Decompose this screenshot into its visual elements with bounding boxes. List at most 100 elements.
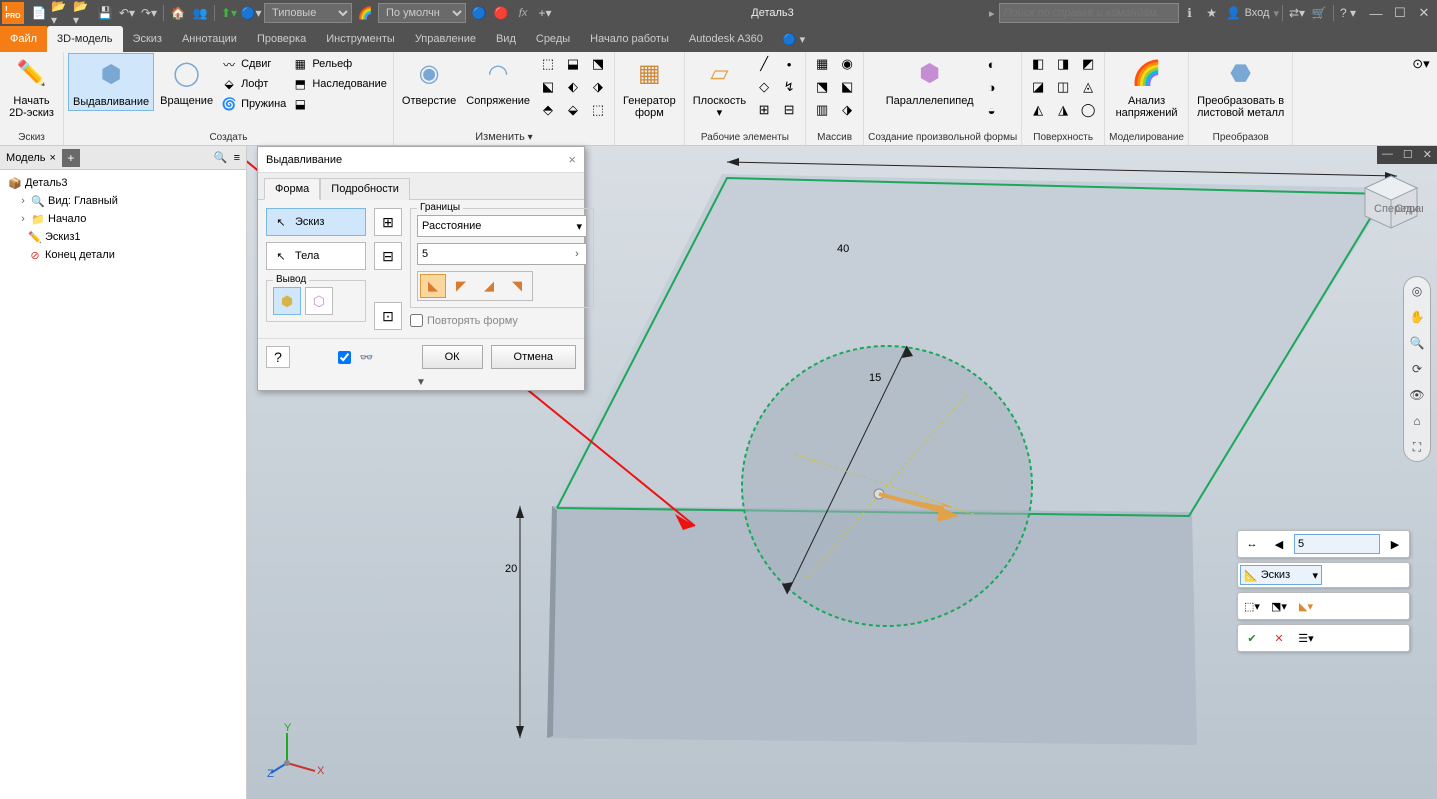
pattern-icon-4[interactable]: ⬕ xyxy=(835,76,859,98)
start-sketch-button[interactable]: ✏️Начать 2D-эскиз xyxy=(5,53,58,121)
maximize-button[interactable]: ☐ xyxy=(1389,3,1411,23)
tab-3d-model[interactable]: 3D-модель xyxy=(47,26,122,52)
distance-input[interactable] xyxy=(418,248,568,260)
save-icon[interactable]: 💾 xyxy=(95,3,115,23)
fx-icon[interactable]: fx xyxy=(513,3,533,23)
file-tab[interactable]: Файл xyxy=(0,26,47,52)
pattern-circ-button[interactable]: ◉ xyxy=(835,53,859,75)
tab-manage[interactable]: Управление xyxy=(405,26,486,52)
user-icon[interactable]: 👤 xyxy=(1224,3,1244,23)
exchange-icon[interactable]: ⇄▾ xyxy=(1287,3,1307,23)
convert-sheet-button[interactable]: ⬣Преобразовать в листовой металл xyxy=(1193,53,1288,121)
help-icon[interactable]: ? ▾ xyxy=(1338,3,1358,23)
app1-icon[interactable]: 🔵 xyxy=(469,3,489,23)
glasses-icon[interactable]: 👓 xyxy=(359,351,373,364)
minimize-button[interactable]: — xyxy=(1365,3,1387,23)
surf-icon-2[interactable]: ◨ xyxy=(1051,53,1075,75)
mod-icon-9[interactable]: ⬚ xyxy=(586,99,610,121)
coil-button[interactable]: 🌀Пружина xyxy=(219,95,288,113)
revolve-button[interactable]: ◯Вращение xyxy=(156,53,217,109)
team-icon[interactable]: 👥 xyxy=(190,3,210,23)
dialog-close-button[interactable]: × xyxy=(568,152,576,167)
output-solid-button[interactable]: ⬢ xyxy=(273,287,301,315)
repeat-checkbox[interactable]: Повторять форму xyxy=(410,314,594,327)
distance-more-button[interactable]: › xyxy=(568,248,586,260)
search-browser-icon[interactable]: 🔍 xyxy=(214,151,228,164)
select-solids-button[interactable]: ↖Тела xyxy=(266,242,366,270)
loft-button[interactable]: ⬙Лофт xyxy=(219,75,288,93)
extrude-button[interactable]: ⬢Выдавливание xyxy=(68,53,154,111)
operation-cut-button[interactable]: ⊟ xyxy=(374,242,402,270)
nav-pan-icon[interactable]: ✋ xyxy=(1407,307,1427,327)
mini-arrow-right[interactable]: ▶ xyxy=(1383,533,1407,555)
undo-icon[interactable]: ↶▾ xyxy=(117,3,137,23)
direction-sym-button[interactable]: ◢ xyxy=(476,274,502,298)
nav-orbit-icon[interactable]: ⟳ xyxy=(1407,359,1427,379)
tab-inspect[interactable]: Проверка xyxy=(247,26,316,52)
viewcube[interactable]: Спереди Справа xyxy=(1359,170,1423,234)
tab-extra[interactable]: 🔵 ▾ xyxy=(773,26,815,52)
surf-icon-7[interactable]: ◭ xyxy=(1026,99,1050,121)
login-label[interactable]: Вход xyxy=(1245,7,1270,19)
point-button[interactable]: • xyxy=(777,53,801,75)
operation-new-button[interactable]: ⊡ xyxy=(374,302,402,330)
nav-zoom-icon[interactable]: 🔍 xyxy=(1407,333,1427,353)
select-icon[interactable]: ⬆▾ xyxy=(219,3,239,23)
mod-icon-6[interactable]: ⬗ xyxy=(586,76,610,98)
close-tab-icon[interactable]: × xyxy=(49,152,55,164)
mod-icon-1[interactable]: ⬚ xyxy=(536,53,560,75)
browser-menu-icon[interactable]: ≡ xyxy=(234,152,240,164)
surf-icon-5[interactable]: ◫ xyxy=(1051,76,1075,98)
mirror-button[interactable]: ▥ xyxy=(810,99,834,121)
tab-annotate[interactable]: Аннотации xyxy=(172,26,247,52)
surf-icon-8[interactable]: ◮ xyxy=(1051,99,1075,121)
nav-fs-icon[interactable]: ⛶ xyxy=(1407,437,1427,457)
create-more-button[interactable]: ⬓ xyxy=(290,95,389,113)
pattern-icon-3[interactable]: ⬔ xyxy=(810,76,834,98)
plus-icon[interactable]: +▾ xyxy=(535,3,555,23)
mini-output-button[interactable]: ⬚▾ xyxy=(1240,595,1264,617)
freeform-icon-2[interactable]: ◑ xyxy=(980,76,1004,98)
open2-icon[interactable]: 📂▾ xyxy=(73,3,93,23)
search-input[interactable] xyxy=(999,3,1179,23)
pattern-icon-6[interactable]: ⬗ xyxy=(835,99,859,121)
nav-wheel-icon[interactable]: ◎ xyxy=(1407,281,1427,301)
app2-icon[interactable]: 🔴 xyxy=(491,3,511,23)
box-freeform-button[interactable]: ⬢Параллелепипед xyxy=(882,53,978,109)
material-icon[interactable]: 🔵▾ xyxy=(241,3,261,23)
select-profile-button[interactable]: ↖Эскиз xyxy=(266,208,366,236)
browser-tab[interactable]: Модель× xyxy=(6,152,56,164)
tree-origin[interactable]: ›📁Начало xyxy=(2,210,244,228)
mini-operation-button[interactable]: ⬔▾ xyxy=(1267,595,1291,617)
surf-icon-3[interactable]: ◩ xyxy=(1076,53,1100,75)
home-icon[interactable]: 🏠 xyxy=(168,3,188,23)
pattern-rect-button[interactable]: ▦ xyxy=(810,53,834,75)
appearance-select[interactable]: По умолчн xyxy=(378,3,466,23)
form-generator-button[interactable]: ▦Генератор форм xyxy=(619,53,680,121)
close-button[interactable]: ✕ xyxy=(1413,3,1435,23)
direction-2-button[interactable]: ◤ xyxy=(448,274,474,298)
new-icon[interactable]: 📄 xyxy=(29,3,49,23)
mini-direction-button[interactable]: ◣▾ xyxy=(1294,595,1318,617)
tab-env[interactable]: Среды xyxy=(526,26,580,52)
dialog-help-button[interactable]: ? xyxy=(266,346,290,368)
surf-icon-4[interactable]: ◪ xyxy=(1026,76,1050,98)
mod-icon-5[interactable]: ⬖ xyxy=(561,76,585,98)
dialog-tab-shape[interactable]: Форма xyxy=(264,178,320,200)
nav-home-icon[interactable]: ⌂ xyxy=(1407,411,1427,431)
cart-icon[interactable]: 🛒 xyxy=(1309,3,1329,23)
mod-icon-4[interactable]: ⬕ xyxy=(536,76,560,98)
mod-icon-2[interactable]: ⬓ xyxy=(561,53,585,75)
dialog-pin-checkbox[interactable] xyxy=(338,351,351,364)
tab-view[interactable]: Вид xyxy=(486,26,526,52)
mod-icon-7[interactable]: ⬘ xyxy=(536,99,560,121)
star-icon[interactable]: ★ xyxy=(1202,3,1222,23)
dialog-tab-more[interactable]: Подробности xyxy=(320,178,410,200)
tab-sketch[interactable]: Эскиз xyxy=(123,26,172,52)
ribbon-collapse-button[interactable]: ⊙▾ xyxy=(1409,53,1433,75)
freeform-icon-1[interactable]: ◐ xyxy=(980,53,1004,75)
mini-profile-combo[interactable]: 📐Эскиз▾ xyxy=(1240,565,1322,585)
freeform-icon-3[interactable]: ◒ xyxy=(980,99,1004,121)
output-surface-button[interactable]: ⬡ xyxy=(305,287,333,315)
mod-icon-3[interactable]: ⬔ xyxy=(586,53,610,75)
